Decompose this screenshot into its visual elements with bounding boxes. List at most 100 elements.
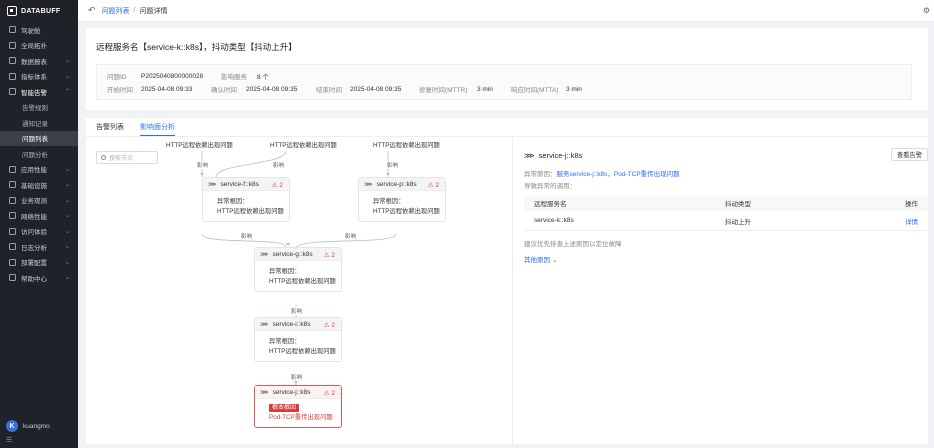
- detail-sub-label: 导致异常的调用：: [524, 183, 576, 190]
- arrow-g-top: [286, 243, 290, 246]
- search-input[interactable]: 搜索节点: [96, 151, 158, 164]
- node-cause: HTTP远程依赖出现问题: [269, 278, 336, 285]
- deploy-icon: [9, 258, 16, 266]
- view-alerts-button[interactable]: 查看告警: [890, 148, 928, 161]
- sidebar-item-topology[interactable]: 全局拓扑: [0, 38, 78, 54]
- chevron-down-icon: ⌄: [64, 182, 70, 189]
- end-value: 2025-04-08 09:35: [350, 85, 402, 93]
- affected-label: 影响服务: [221, 74, 247, 81]
- edge-label: 影响: [344, 232, 358, 240]
- sidebar-item-reports[interactable]: 数据报表 ⌄: [0, 53, 78, 69]
- node-body: 异常根因： HTTP远程依赖出现问题: [255, 261, 341, 291]
- sidebar-subitem-problem-list[interactable]: 问题列表: [0, 130, 78, 146]
- collapse-menu-icon[interactable]: ☰: [6, 436, 12, 444]
- problem-info: 问题ID P2025040800000028 影响服务 8 个 开始时间 202…: [96, 64, 912, 100]
- edge-label: 影响: [272, 161, 286, 169]
- col-action: 操作: [905, 201, 918, 208]
- alert-count: 2: [331, 252, 335, 259]
- detail-link[interactable]: 详情: [905, 216, 918, 226]
- sidebar-item-help[interactable]: 帮助中心 ⌄: [0, 270, 78, 286]
- node-cause-label: 异常根因：: [269, 338, 301, 345]
- node-body: 异常根因： HTTP远程依赖出现问题: [359, 191, 445, 221]
- dashboard-icon: [9, 26, 16, 34]
- graph-node-service-j[interactable]: ⋙ service-j::k8s ⚠ 2 根本根因 Pod-TCP重传出现问题: [254, 385, 342, 428]
- sidebar-item-network[interactable]: 网络性能 ⌄: [0, 208, 78, 224]
- edge-label: 影响: [196, 161, 210, 169]
- alert-count-badge: ⚠ 2: [323, 252, 335, 259]
- network-icon: [9, 212, 16, 220]
- mttr-label: 修复时间(MTTR): [419, 87, 468, 94]
- tab-alert-list[interactable]: 告警列表: [96, 118, 124, 136]
- help-icon: [9, 274, 16, 282]
- start-value: 2025-04-08 09:33: [141, 85, 193, 93]
- experience-icon: [9, 227, 16, 235]
- search-placeholder: 搜索节点: [109, 156, 134, 162]
- mtta-value: 3 min: [566, 85, 582, 93]
- logo-text: DATABUFF: [21, 7, 61, 15]
- graph-node-service-g[interactable]: ⋙ service-g::k8s ⚠ 2 异常根因： HTTP远程依赖出现问题: [254, 247, 342, 292]
- node-fragment-3: HTTP远程依赖出现问题: [373, 142, 440, 149]
- logo[interactable]: DATABUFF: [0, 0, 78, 22]
- problem-id: P2025040800000028: [141, 72, 204, 80]
- settings-icon[interactable]: ⚙: [923, 6, 930, 15]
- sidebar-item-experience[interactable]: 访问体验 ⌄: [0, 224, 78, 240]
- node-body: 根本根因 Pod-TCP重传出现问题: [255, 399, 341, 427]
- node-header: ⋙ service-p::k8s ⚠ 2: [359, 178, 445, 191]
- sidebar-item-infra[interactable]: 基础设施 ⌄: [0, 177, 78, 193]
- alert-count: 2: [331, 390, 335, 397]
- sidebar-subitem-notify-records[interactable]: 通知记录: [0, 115, 78, 131]
- graph-node-service-i[interactable]: ⋙ service-i::k8s ⚠ 2 异常根因： HTTP远程依赖出现问题: [254, 317, 342, 362]
- other-causes-toggle[interactable]: 其他原因 ⌄: [524, 254, 557, 264]
- node-name: service-j::k8s: [272, 388, 311, 396]
- problem-title: 远程服务名【service-k::k8s】，抖动类型【抖动上升】: [96, 42, 297, 52]
- edge-label: 影响: [386, 161, 400, 169]
- back-icon[interactable]: ↶: [88, 5, 96, 16]
- sidebar-item-apm[interactable]: 应用性能 ⌄: [0, 162, 78, 178]
- node-header: ⋙ service-g::k8s ⚠ 2: [255, 248, 341, 261]
- analysis-panel: 告警列表 影响面分析 HTTP远程依赖出现问题 HTTP远程依赖出现问题 HTT…: [86, 118, 928, 444]
- chevron-down-icon: ⌄: [64, 228, 70, 235]
- sidebar-subitem-alert-rules[interactable]: 告警规则: [0, 100, 78, 116]
- node-cause-label: 异常根因：: [373, 198, 405, 205]
- chevron-down-icon: ⌄: [64, 259, 70, 266]
- chevron-down-icon: ⌄: [64, 244, 70, 251]
- node-header: ⋙ service-f::k8s ⚠ 2: [203, 178, 289, 191]
- confirm-label: 确认时间: [211, 87, 237, 94]
- arrow-f-top: [200, 173, 204, 176]
- start-label: 开始时间: [107, 87, 133, 94]
- node-cause-label: 异常根因：: [269, 268, 301, 275]
- sidebar-item-alerts[interactable]: 智能告警 ⌃: [0, 84, 78, 100]
- node-name: service-p::k8s: [376, 180, 417, 188]
- service-icon: ⋙: [364, 181, 373, 188]
- impact-graph[interactable]: HTTP远程依赖出现问题 HTTP远程依赖出现问题 HTTP远程依赖出现问题 搜…: [86, 137, 506, 444]
- service-icon: ⋙: [524, 151, 535, 160]
- sidebar-item-logs[interactable]: 日志分析 ⌄: [0, 239, 78, 255]
- cause-link[interactable]: 服务service-j::k8s，Pod-TCP重传出现问题: [557, 171, 680, 178]
- detail-service-name: service-j::k8s: [538, 151, 583, 160]
- breadcrumb-parent-link[interactable]: 问题列表: [102, 6, 130, 16]
- service-icon: ⋙: [260, 251, 269, 258]
- username: kuangmo: [23, 422, 50, 430]
- alert-count-badge: ⚠ 2: [427, 182, 439, 189]
- sidebar-item-metrics[interactable]: 指标体系 ⌄: [0, 69, 78, 85]
- graph-node-service-p[interactable]: ⋙ service-p::k8s ⚠ 2 异常根因： HTTP远程依赖出现问题: [358, 177, 446, 222]
- sidebar-item-business[interactable]: 业务观测 ⌄: [0, 193, 78, 209]
- avatar: K: [6, 420, 18, 432]
- tab-impact-analysis[interactable]: 影响面分析: [140, 118, 175, 136]
- table-header: 远程服务名 抖动类型 操作: [524, 195, 928, 211]
- edge-label: 影响: [290, 307, 304, 315]
- chevron-down-icon: ⌄: [64, 166, 70, 173]
- node-cause: HTTP远程依赖出现问题: [217, 208, 284, 215]
- node-fragment-1: HTTP远程依赖出现问题: [166, 142, 233, 149]
- sidebar-item-cockpit[interactable]: 驾驶舱: [0, 22, 78, 38]
- alert-count: 2: [331, 322, 335, 329]
- user-profile[interactable]: K kuangmo: [6, 420, 50, 432]
- cell-service: service-k::k8s: [534, 217, 574, 224]
- node-name: service-i::k8s: [272, 320, 311, 328]
- graph-node-service-f[interactable]: ⋙ service-f::k8s ⚠ 2 异常根因： HTTP远程依赖出现问题: [202, 177, 290, 222]
- sidebar-item-deploy[interactable]: 部署配置 ⌄: [0, 255, 78, 271]
- metrics-icon: [9, 72, 16, 80]
- chevron-down-icon: ⌄: [551, 257, 558, 264]
- node-header: ⋙ service-i::k8s ⚠ 2: [255, 318, 341, 331]
- sidebar-subitem-problem-analysis[interactable]: 问题分析: [0, 146, 78, 162]
